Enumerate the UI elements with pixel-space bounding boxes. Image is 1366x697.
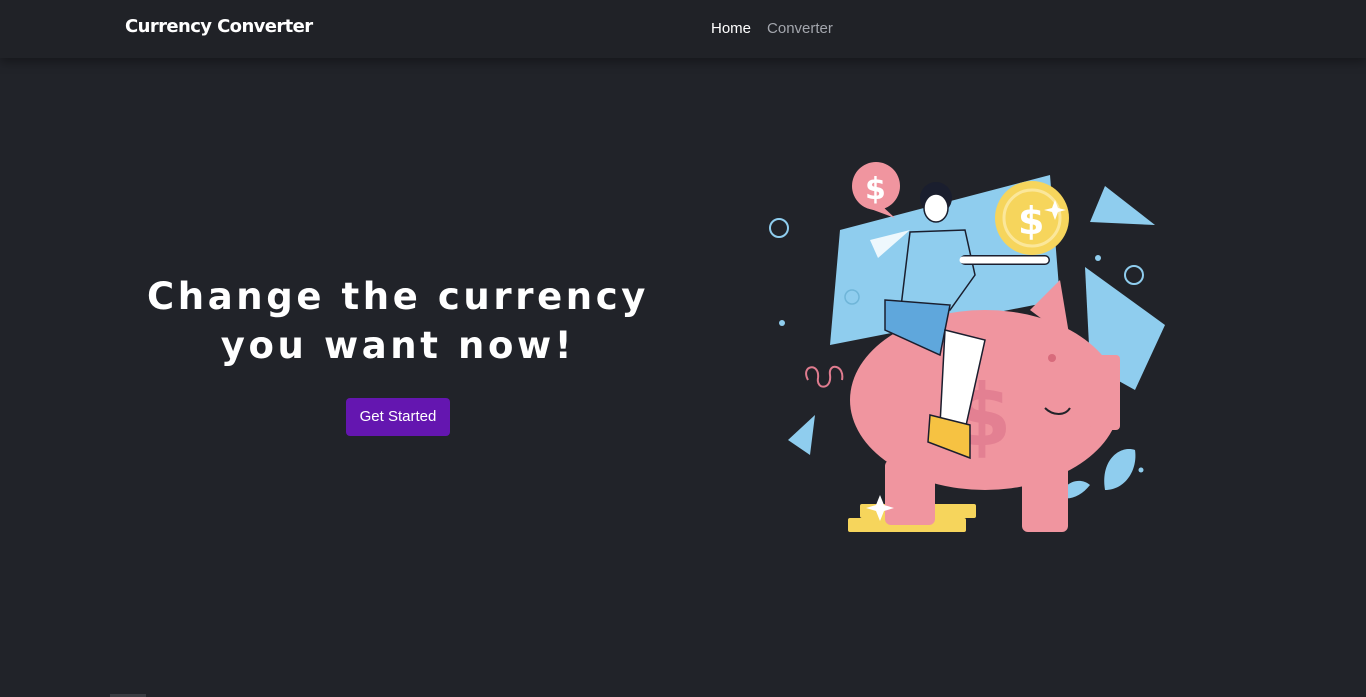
hero-headline-line1: Change the currency: [147, 275, 649, 318]
leaf-shape: [1104, 449, 1136, 490]
blue-triangle-top-right: [1090, 186, 1155, 225]
navbar: Currency Converter Home Converter: [0, 0, 1366, 58]
nav-links: Home Converter: [711, 20, 833, 37]
dot-right: [1095, 255, 1101, 261]
blue-triangle-bottom-left: [788, 415, 815, 455]
pig-snout: [1090, 355, 1120, 430]
piggy-bank-illustration-icon: $ $ $: [769, 162, 1165, 532]
nav-link-home[interactable]: Home: [711, 20, 751, 37]
hero-headline-line2: you want now!: [220, 324, 576, 367]
speech-bubble-dollar: $: [865, 172, 886, 207]
pig-eye: [1048, 354, 1056, 362]
pig-leg-back: [1022, 462, 1068, 532]
pig-leg-front: [885, 460, 935, 525]
girl-face: [923, 193, 949, 223]
gold-coin-dollar: $: [1018, 199, 1044, 243]
ring-left: [769, 218, 789, 238]
hero-headline: Change the currency you want now!: [100, 272, 696, 370]
dot-left: [779, 320, 785, 326]
brand-link[interactable]: Currency Converter: [125, 16, 313, 37]
get-started-button[interactable]: Get Started: [345, 398, 451, 436]
dot-bottom-right: [1138, 467, 1144, 473]
speech-bubble-tail: [868, 206, 895, 218]
swirl-shape: [805, 365, 844, 388]
ring-right: [1124, 265, 1144, 285]
hero-section: Change the currency you want now! Get St…: [100, 272, 696, 436]
nav-link-converter[interactable]: Converter: [767, 20, 833, 37]
